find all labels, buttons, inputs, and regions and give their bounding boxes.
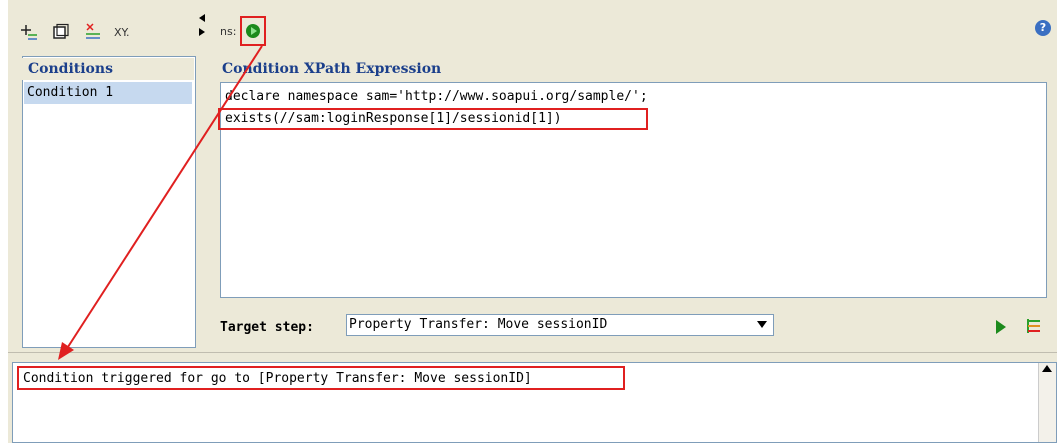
splitter-arrows-icon[interactable] bbox=[197, 10, 207, 40]
help-icon[interactable]: ? bbox=[1035, 20, 1051, 36]
play-icon[interactable] bbox=[996, 320, 1006, 334]
scroll-up-icon[interactable] bbox=[1042, 365, 1052, 372]
target-step-select[interactable]: Property Transfer: Move sessionID bbox=[346, 314, 774, 336]
target-step-row: Target step: Property Transfer: Move ses… bbox=[220, 312, 1047, 340]
run-condition-icon bbox=[246, 24, 261, 38]
run-condition-button[interactable] bbox=[240, 16, 267, 46]
delete-condition-icon[interactable] bbox=[82, 21, 104, 43]
add-condition-icon[interactable] bbox=[18, 21, 40, 43]
xpath-line-1: declare namespace sam='http://www.soapui… bbox=[225, 89, 648, 104]
tree-icon[interactable] bbox=[1026, 317, 1042, 335]
target-step-label: Target step: bbox=[220, 320, 314, 335]
xpath-toolbar: ns: ? bbox=[212, 12, 1057, 50]
log-highlight-box bbox=[17, 366, 625, 390]
log-scrollbar[interactable] bbox=[1038, 363, 1056, 442]
copy-icon[interactable] bbox=[50, 21, 72, 43]
conditions-toolbar: XY. bbox=[14, 16, 198, 48]
xpath-highlight-box bbox=[218, 108, 648, 130]
chevron-down-icon bbox=[757, 321, 767, 328]
condition-item[interactable]: Condition 1 bbox=[24, 82, 192, 104]
conditions-header: Conditions bbox=[22, 58, 194, 80]
xpath-header: Condition XPath Expression bbox=[222, 61, 442, 77]
target-step-value: Property Transfer: Move sessionID bbox=[349, 317, 608, 332]
xy-label[interactable]: XY. bbox=[114, 26, 130, 39]
namespace-button[interactable]: ns: bbox=[220, 25, 236, 38]
